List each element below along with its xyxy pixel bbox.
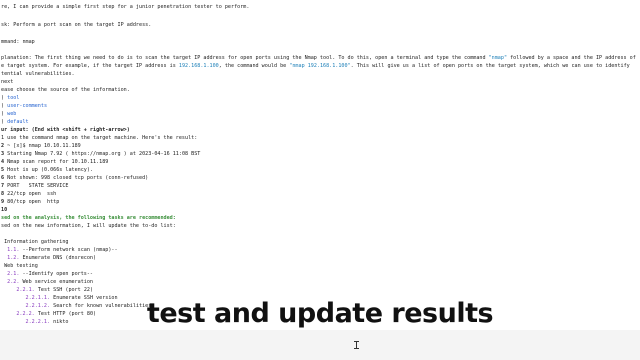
terminal-text: , the command would be (218, 63, 290, 69)
terminal-output: re, I can provide a simple first step fo… (0, 0, 640, 330)
terminal-input-area[interactable] (0, 330, 640, 360)
terminal-text: followed by a space and the IP address o… (507, 55, 636, 61)
terminal-text: default (7, 119, 29, 125)
terminal-line: Information gathering (1, 238, 68, 246)
text-cursor-icon (354, 341, 359, 349)
terminal-line: 3 Starting Nmap 7.92 ( https://nmap.org … (1, 150, 200, 158)
terminal-text: user-comments (7, 103, 48, 109)
terminal-line: Web testing (1, 262, 38, 270)
terminal-text: Test SSH (port 22) (37, 287, 94, 293)
terminal-text: --Perform network scan (nmap)-- (22, 247, 118, 253)
terminal-line: ) user-comments (1, 102, 47, 110)
terminal-text: 2.1. (1, 271, 23, 277)
terminal-line: sed on the new information, I will updat… (1, 222, 176, 230)
terminal-line: ) default (1, 118, 29, 126)
terminal-text: . This will give us a list of open ports… (350, 63, 630, 69)
terminal-line: ease choose the source of the informatio… (1, 86, 130, 94)
terminal-line: ur input: (End with <shift + right-arrow… (1, 126, 130, 134)
terminal-line: tential vulnerabilities. (1, 70, 75, 78)
terminal-text: sed on the new information, I will updat… (1, 223, 176, 229)
terminal-text: Web testing (1, 263, 38, 269)
terminal-line: 8 22/tcp open ssh (1, 190, 56, 198)
terminal-text: Web service enumeration (22, 279, 94, 285)
terminal-text: "nmap 192.168.1.100" (289, 63, 351, 69)
terminal-text: sk: Perform a port scan on the target IP… (1, 22, 152, 28)
terminal-text: Host is up (0.066s latency). (7, 167, 94, 173)
terminal-text: 1 use the command nmap on the target mac… (1, 135, 198, 141)
terminal-text: mmand: nmap (1, 39, 35, 45)
terminal-text: "nmap" (488, 55, 508, 61)
terminal-text: Enumerate DNS (dnsrecon) (22, 255, 97, 261)
terminal-text: 22/tcp open ssh (7, 191, 57, 197)
terminal-text: re, I can provide a simple first step fo… (1, 4, 250, 10)
terminal-line: 7 PORT STATE SERVICE (1, 182, 68, 190)
terminal-text: 1.2. (1, 255, 23, 261)
terminal-text: 192.168.1.100 (178, 63, 219, 69)
terminal-text: planation: The first thing we need to do… (1, 55, 489, 61)
terminal-text: 2.2.1. (1, 287, 38, 293)
video-caption: test and update results (146, 298, 494, 329)
terminal-text: 1.1. (1, 247, 23, 253)
terminal-text: 10 (1, 207, 11, 213)
terminal-text: 80/tcp open http (7, 199, 60, 205)
terminal-text: ur input: (End with <shift + right-arrow… (1, 127, 130, 133)
terminal-line: 2 ~ [x]$ nmap 10.10.11.189 (1, 142, 81, 150)
terminal-line: 10 (1, 206, 10, 214)
terminal-line: 4 Nmap scan report for 10.10.11.189 (1, 158, 108, 166)
terminal-text: ease choose the source of the informatio… (1, 87, 130, 93)
terminal-line: planation: The first thing we need to do… (1, 54, 636, 62)
terminal-text: tential vulnerabilities. (1, 71, 75, 77)
terminal-text: tool (7, 95, 20, 101)
terminal-line: e target system. For example, if the tar… (1, 62, 630, 70)
terminal-line: 2.1. --Identify open ports-- (1, 270, 93, 278)
terminal-line: 9 80/tcp open http (1, 198, 59, 206)
terminal-text: Nmap scan report for 10.10.11.189 (7, 159, 109, 165)
terminal-text: sed on the analysis, the following tasks… (1, 215, 176, 221)
terminal-line: sk: Perform a port scan on the target IP… (1, 21, 151, 29)
terminal-text: PORT STATE SERVICE (7, 183, 69, 189)
terminal-line: ) tool (1, 94, 19, 102)
terminal-text: web (7, 111, 17, 117)
terminal-text: Not shown: 998 closed tcp ports (conn-re… (7, 175, 149, 181)
terminal-line: 1.2. Enumerate DNS (dnsrecon) (1, 254, 96, 262)
terminal-text: Information gathering (1, 239, 69, 245)
terminal-text: Starting Nmap 7.92 ( https://nmap.org ) … (7, 151, 201, 157)
terminal-line: mmand: nmap (1, 38, 35, 46)
terminal-text: next (1, 79, 14, 85)
terminal-line: next (1, 78, 13, 86)
terminal-line: 2.2.1. Test SSH (port 22) (1, 286, 93, 294)
terminal-text: e target system. For example, if the tar… (1, 63, 179, 69)
terminal-text: --Identify open ports-- (22, 271, 94, 277)
terminal-line: sed on the analysis, the following tasks… (1, 214, 176, 222)
terminal-line: 1 use the command nmap on the target mac… (1, 134, 197, 142)
terminal-line: ) web (1, 110, 16, 118)
terminal-line: 1.1. --Perform network scan (nmap)-- (1, 246, 118, 254)
terminal-line: 2.2. Web service enumeration (1, 278, 93, 286)
terminal-text: [x]$ nmap 10.10.11.189 (13, 143, 81, 149)
terminal-line: 5 Host is up (0.066s latency). (1, 166, 93, 174)
terminal-line: 6 Not shown: 998 closed tcp ports (conn-… (1, 174, 148, 182)
terminal-text: 2.2. (1, 279, 23, 285)
terminal-line: re, I can provide a simple first step fo… (1, 3, 249, 11)
